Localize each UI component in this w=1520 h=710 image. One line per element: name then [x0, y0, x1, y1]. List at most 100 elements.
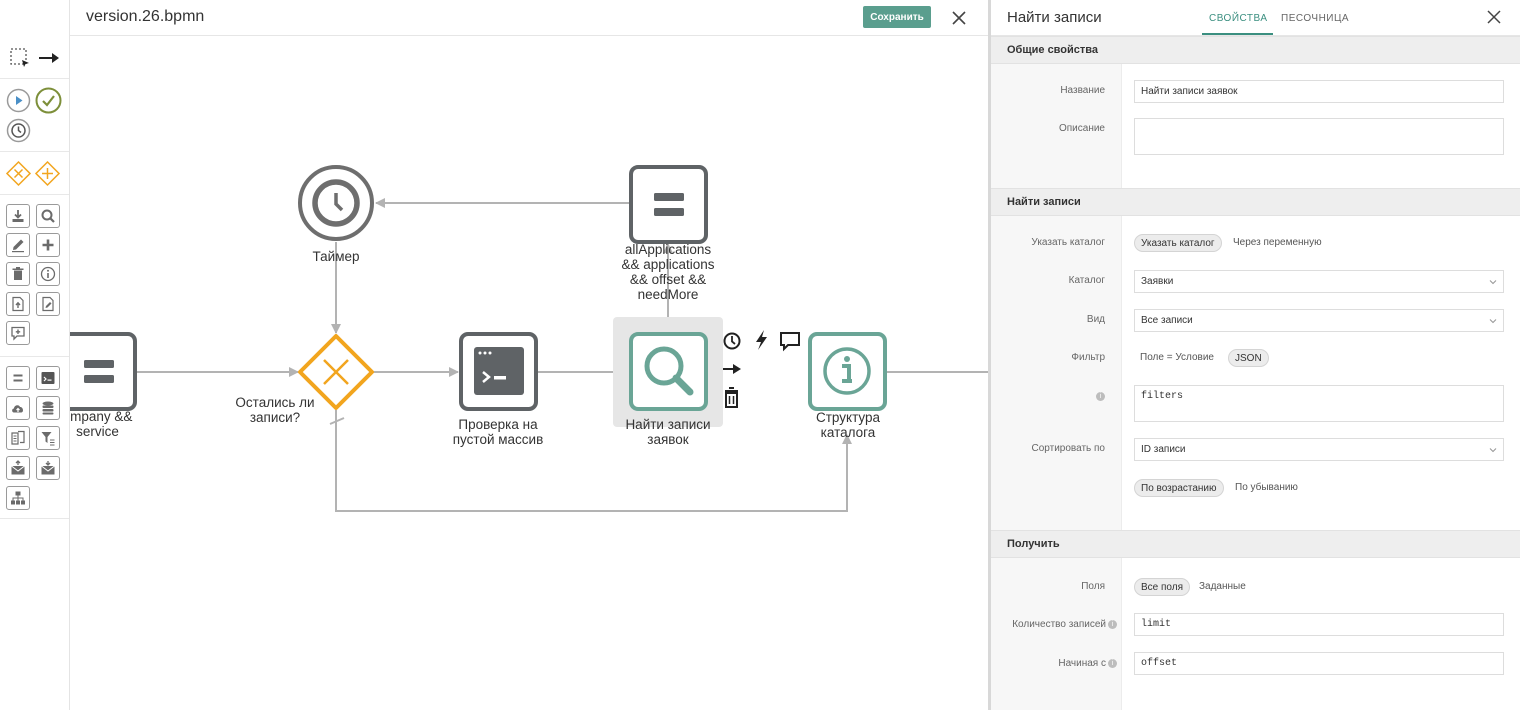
upload-file-task-icon[interactable]	[6, 292, 30, 316]
parallel-gateway-icon[interactable]	[34, 160, 61, 187]
filter-json-field[interactable]: filters	[1134, 385, 1504, 422]
subprocess-task[interactable]	[629, 165, 708, 244]
message-task-icon[interactable]	[6, 321, 30, 345]
active-tab-indicator	[1202, 33, 1273, 35]
chevron-down-icon	[1489, 319, 1497, 324]
flow-condition-line: && offset &&	[629, 272, 707, 287]
edit-task-icon[interactable]	[6, 233, 30, 257]
filter-mode-condition-option[interactable]: Поле = Условие	[1140, 352, 1214, 363]
tab-sandbox[interactable]: ПЕСОЧНИЦА	[1281, 13, 1349, 24]
flow-condition-line: && applications	[621, 257, 715, 272]
find-task-label: Найти записи заявок	[608, 417, 728, 447]
view-label: Вид	[1086, 314, 1105, 325]
trash-icon[interactable]	[725, 387, 738, 408]
save-button[interactable]: Сохранить	[863, 6, 931, 28]
import-task-icon[interactable]	[6, 204, 30, 228]
panel-body: Общие свойства Название Найти записи зая…	[991, 36, 1520, 710]
start-event-icon[interactable]	[6, 88, 31, 113]
filter-task-icon[interactable]	[36, 426, 60, 450]
flow-gateway-loop-to-info[interactable]	[335, 410, 852, 512]
sort-descending-option[interactable]: По убыванию	[1235, 482, 1298, 493]
end-event-icon[interactable]	[35, 87, 62, 114]
cloud-task-icon[interactable]	[6, 396, 30, 420]
document-task-icon[interactable]	[6, 426, 30, 450]
task-find-records[interactable]	[613, 317, 723, 427]
section-title: Получить	[1007, 538, 1060, 550]
description-field[interactable]	[1134, 118, 1504, 155]
toolbar-divider	[0, 356, 69, 357]
name-field[interactable]: Найти записи заявок	[1134, 80, 1504, 103]
info-icon: i	[1096, 391, 1105, 401]
exclusive-gateway-icon[interactable]	[5, 160, 32, 187]
info-task-icon[interactable]	[36, 262, 60, 286]
section-general-header[interactable]: Общие свойства	[991, 36, 1520, 64]
delete-task-icon[interactable]	[6, 262, 30, 286]
section-find: Указать каталог Указать каталог Через пе…	[991, 216, 1520, 530]
info-task-label: Структура каталога	[788, 410, 908, 440]
task-catalog-structure[interactable]	[808, 332, 887, 411]
offset-field[interactable]: offset	[1134, 652, 1504, 675]
lasso-tool-icon[interactable]	[9, 47, 31, 69]
panel-header: Найти записи СВОЙСТВА ПЕСОЧНИЦА	[991, 0, 1520, 36]
info-icon: i	[1108, 658, 1117, 668]
connect-tool-icon[interactable]	[38, 49, 60, 67]
sort-ascending-chip[interactable]: По возрастанию	[1134, 479, 1224, 497]
catalog-select[interactable]: Заявки	[1134, 270, 1504, 293]
fields-all-chip[interactable]: Все поля	[1134, 578, 1191, 596]
gateway-label: Остались ли записи?	[220, 395, 330, 425]
chevron-down-icon	[1489, 448, 1497, 453]
check-task-label: Проверка на пустой массив	[438, 417, 558, 447]
count-label-text: Количество записей	[1012, 619, 1106, 630]
receive-mail-task-icon[interactable]	[36, 456, 60, 480]
bolt-icon[interactable]	[756, 330, 767, 350]
filter-mode-json-chip[interactable]: JSON	[1228, 349, 1269, 367]
catalog-mode-variable-option[interactable]: Через переменную	[1233, 237, 1322, 248]
section-get-header[interactable]: Получить	[991, 530, 1520, 558]
comment-icon[interactable]	[780, 332, 800, 352]
task-company-service[interactable]	[70, 332, 137, 411]
check-task-label-line: Проверка на	[458, 417, 538, 432]
arrow-right-icon[interactable]	[723, 364, 741, 374]
send-mail-task-icon[interactable]	[6, 456, 30, 480]
catalog-mode-label: Указать каталог	[1031, 237, 1105, 248]
fields-specified-option[interactable]: Заданные	[1199, 581, 1246, 592]
catalog-select-value: Заявки	[1141, 276, 1174, 287]
section-title: Найти записи	[1007, 196, 1081, 208]
gateway-label-line: записи?	[249, 410, 301, 425]
find-task-label-line: Найти записи	[625, 417, 711, 432]
count-label: Количество записей i	[991, 619, 1117, 630]
section-find-header[interactable]: Найти записи	[991, 188, 1520, 216]
find-task-label-line: заявок	[647, 432, 689, 447]
sort-select[interactable]: ID записи	[1134, 438, 1504, 461]
toolbar-divider	[0, 78, 69, 79]
sort-select-value: ID записи	[1141, 444, 1186, 455]
database-task-icon[interactable]	[36, 396, 60, 420]
section-general: Название Найти записи заявок Описание	[991, 64, 1520, 188]
timer-event[interactable]	[298, 165, 374, 241]
catalog-mode-direct-chip[interactable]: Указать каталог	[1134, 234, 1222, 252]
org-structure-task-icon[interactable]	[6, 486, 30, 510]
flow-condition-line: allApplications	[624, 242, 712, 257]
editor-header: version.26.bpmn Сохранить	[70, 0, 988, 36]
task-check-empty-array[interactable]	[459, 332, 538, 411]
offset-label-text: Начиная с	[1058, 658, 1106, 669]
timer-event-icon[interactable]	[6, 118, 31, 143]
offset-label: Начиная сi	[991, 658, 1117, 669]
script-task-icon[interactable]	[36, 366, 60, 390]
file-name: version.26.bpmn	[86, 8, 205, 25]
create-task-icon[interactable]	[36, 233, 60, 257]
catalog-label: Каталог	[1068, 275, 1105, 286]
toolbar-divider	[0, 151, 69, 152]
diagram-canvas[interactable]: Таймер Остались ли записи? ompany && ser…	[70, 36, 988, 710]
view-select[interactable]: Все записи	[1134, 309, 1504, 332]
timer-icon[interactable]	[723, 332, 741, 350]
close-icon[interactable]	[949, 8, 969, 28]
tab-properties[interactable]: СВОЙСТВА	[1209, 13, 1268, 24]
find-task-icon[interactable]	[36, 204, 60, 228]
edit-file-task-icon[interactable]	[36, 292, 60, 316]
fields-label: Поля	[1081, 581, 1105, 592]
close-icon[interactable]	[1485, 8, 1503, 26]
subprocess-task-icon[interactable]	[6, 366, 30, 390]
info-icon: i	[1108, 619, 1117, 629]
count-field[interactable]: limit	[1134, 613, 1504, 636]
